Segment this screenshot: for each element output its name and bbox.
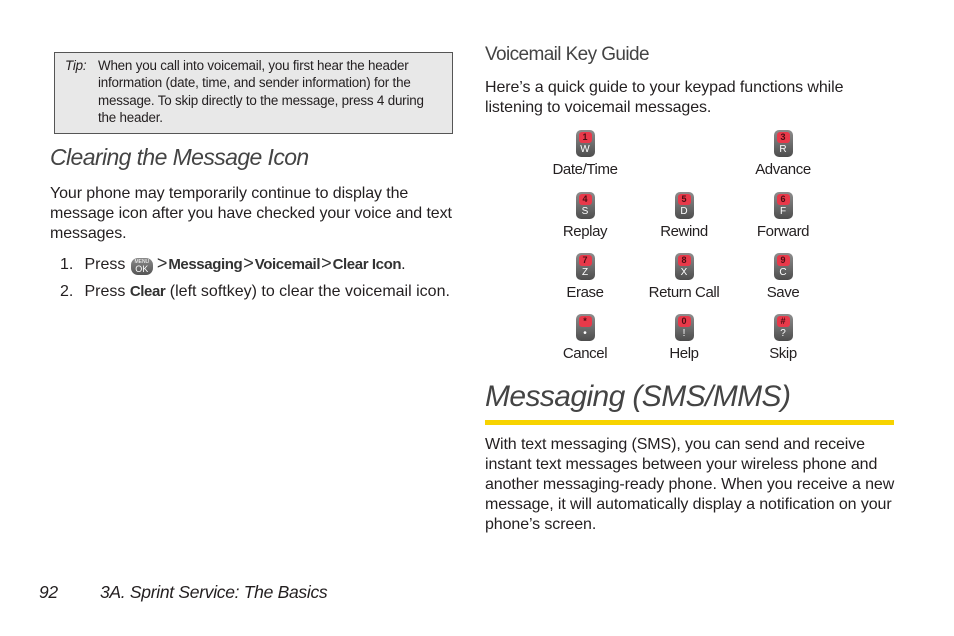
step-1: 1. Press MENU OK >Messaging>Voicemail>Cle… bbox=[60, 253, 406, 275]
keypad-key-icon: 5D bbox=[674, 192, 694, 219]
separator-icon: > bbox=[321, 253, 332, 273]
page-number: 92 bbox=[39, 582, 58, 602]
keypad-key-icon: 9C bbox=[773, 253, 793, 280]
key-guide-item: 7 Z Erase bbox=[530, 253, 640, 302]
key-number: * bbox=[578, 316, 592, 327]
messaging-paragraph: With text messaging (SMS), you can send … bbox=[485, 436, 895, 533]
keypad-key-icon: #? bbox=[773, 314, 793, 341]
key-letter: • bbox=[583, 328, 587, 339]
key-letter: F bbox=[779, 206, 787, 217]
key-letter: Z bbox=[581, 267, 589, 278]
key-number: 6 bbox=[776, 194, 790, 205]
step-number: 2. bbox=[60, 283, 74, 300]
key-guide-item: 4 S Replay bbox=[530, 192, 640, 241]
key-function-label: Skip bbox=[769, 345, 797, 362]
key-guide-item: 5 D Rewind bbox=[629, 192, 739, 241]
key-function-label: Cancel bbox=[562, 345, 608, 362]
key-guide-item: 1 W Date/Time bbox=[530, 130, 640, 179]
key-function-label: Date/Time bbox=[552, 161, 618, 178]
key-letter: C bbox=[779, 267, 787, 278]
menu-path-messaging: Messaging bbox=[168, 256, 243, 273]
keypad-key-icon: 1W bbox=[575, 130, 595, 157]
separator-icon: > bbox=[156, 253, 168, 273]
chapter-title: 3A. Sprint Service: The Basics bbox=[100, 582, 328, 602]
keypad-key-icon: * • bbox=[575, 314, 595, 341]
separator-icon: > bbox=[243, 253, 254, 273]
key-number: 8 bbox=[677, 255, 691, 266]
step-suffix: (left softkey) to clear the voicemail ic… bbox=[169, 283, 450, 300]
keypad-key-icon: 6F bbox=[773, 192, 793, 219]
key-letter: X bbox=[680, 267, 688, 278]
step-prefix: Press bbox=[84, 283, 126, 300]
key-letter: R bbox=[779, 144, 787, 155]
key-letter: ? bbox=[780, 328, 786, 339]
key-function-label: Replay bbox=[562, 223, 608, 240]
key-guide-item: 6 F Forward bbox=[728, 192, 838, 241]
menu-ok-key-icon: MENU OK bbox=[130, 258, 153, 275]
key-guide-item: 8 X Return Call bbox=[629, 253, 739, 302]
key-guide-item: #? Skip bbox=[728, 314, 838, 363]
section-heading-clearing: Clearing the Message Icon bbox=[50, 144, 309, 170]
clearing-paragraph: Your phone may temporarily continue to d… bbox=[50, 185, 452, 242]
tip-box: Tip: When you call into voicemail, you f… bbox=[54, 52, 453, 134]
step-number: 1. bbox=[60, 256, 74, 273]
menu-path-clear-icon: Clear Icon bbox=[332, 256, 402, 273]
key-letter: ! bbox=[682, 328, 686, 339]
key-number: 9 bbox=[776, 255, 790, 266]
key-function-label: Return Call bbox=[648, 284, 720, 301]
key-function-label: Forward bbox=[756, 223, 810, 240]
key-letter: S bbox=[581, 206, 589, 217]
tip-text: When you call into voicemail, you first … bbox=[98, 58, 424, 126]
keypad-key-icon: 0! bbox=[674, 314, 694, 341]
clear-softkey-label: Clear bbox=[129, 283, 166, 300]
key-function-label: Help bbox=[669, 345, 699, 362]
section-heading-voicemail-key-guide: Voicemail Key Guide bbox=[485, 44, 650, 65]
key-number: # bbox=[776, 316, 790, 327]
key-function-label: Erase bbox=[566, 284, 604, 301]
key-number: 4 bbox=[578, 194, 592, 205]
key-function-label: Save bbox=[766, 284, 800, 301]
keypad-key-icon: 7Z bbox=[575, 253, 595, 280]
step-2: 2. Press Clear (left softkey) to clear t… bbox=[60, 282, 450, 302]
voicemail-guide-paragraph: Here’s a quick guide to your keypad func… bbox=[485, 79, 844, 116]
keypad-key-icon: 8X bbox=[674, 253, 694, 280]
key-letter: W bbox=[580, 144, 590, 155]
key-function-label: Rewind bbox=[660, 223, 708, 240]
keypad-key-icon: 4S bbox=[575, 192, 595, 219]
keypad-key-icon: 3R bbox=[773, 130, 793, 157]
section-heading-messaging: Messaging (SMS/MMS) bbox=[485, 380, 791, 413]
heading-rule bbox=[485, 420, 894, 425]
key-number: 1 bbox=[578, 132, 592, 143]
key-guide-item: 3 R Advance bbox=[728, 130, 838, 179]
key-function-label: Advance bbox=[755, 161, 811, 178]
key-number: 3 bbox=[776, 132, 790, 143]
key-number: 5 bbox=[677, 194, 691, 205]
key-letter: D bbox=[680, 206, 688, 217]
key-number: 7 bbox=[578, 255, 592, 266]
menu-path-voicemail: Voicemail bbox=[254, 256, 321, 273]
step-prefix: Press bbox=[84, 256, 126, 273]
key-guide-item: * • Cancel bbox=[530, 314, 640, 363]
key-guide-item: 9 C Save bbox=[728, 253, 838, 302]
tip-label: Tip: bbox=[65, 58, 87, 73]
key-number: 0 bbox=[677, 316, 691, 327]
key-guide-item: 0! Help bbox=[629, 314, 739, 363]
